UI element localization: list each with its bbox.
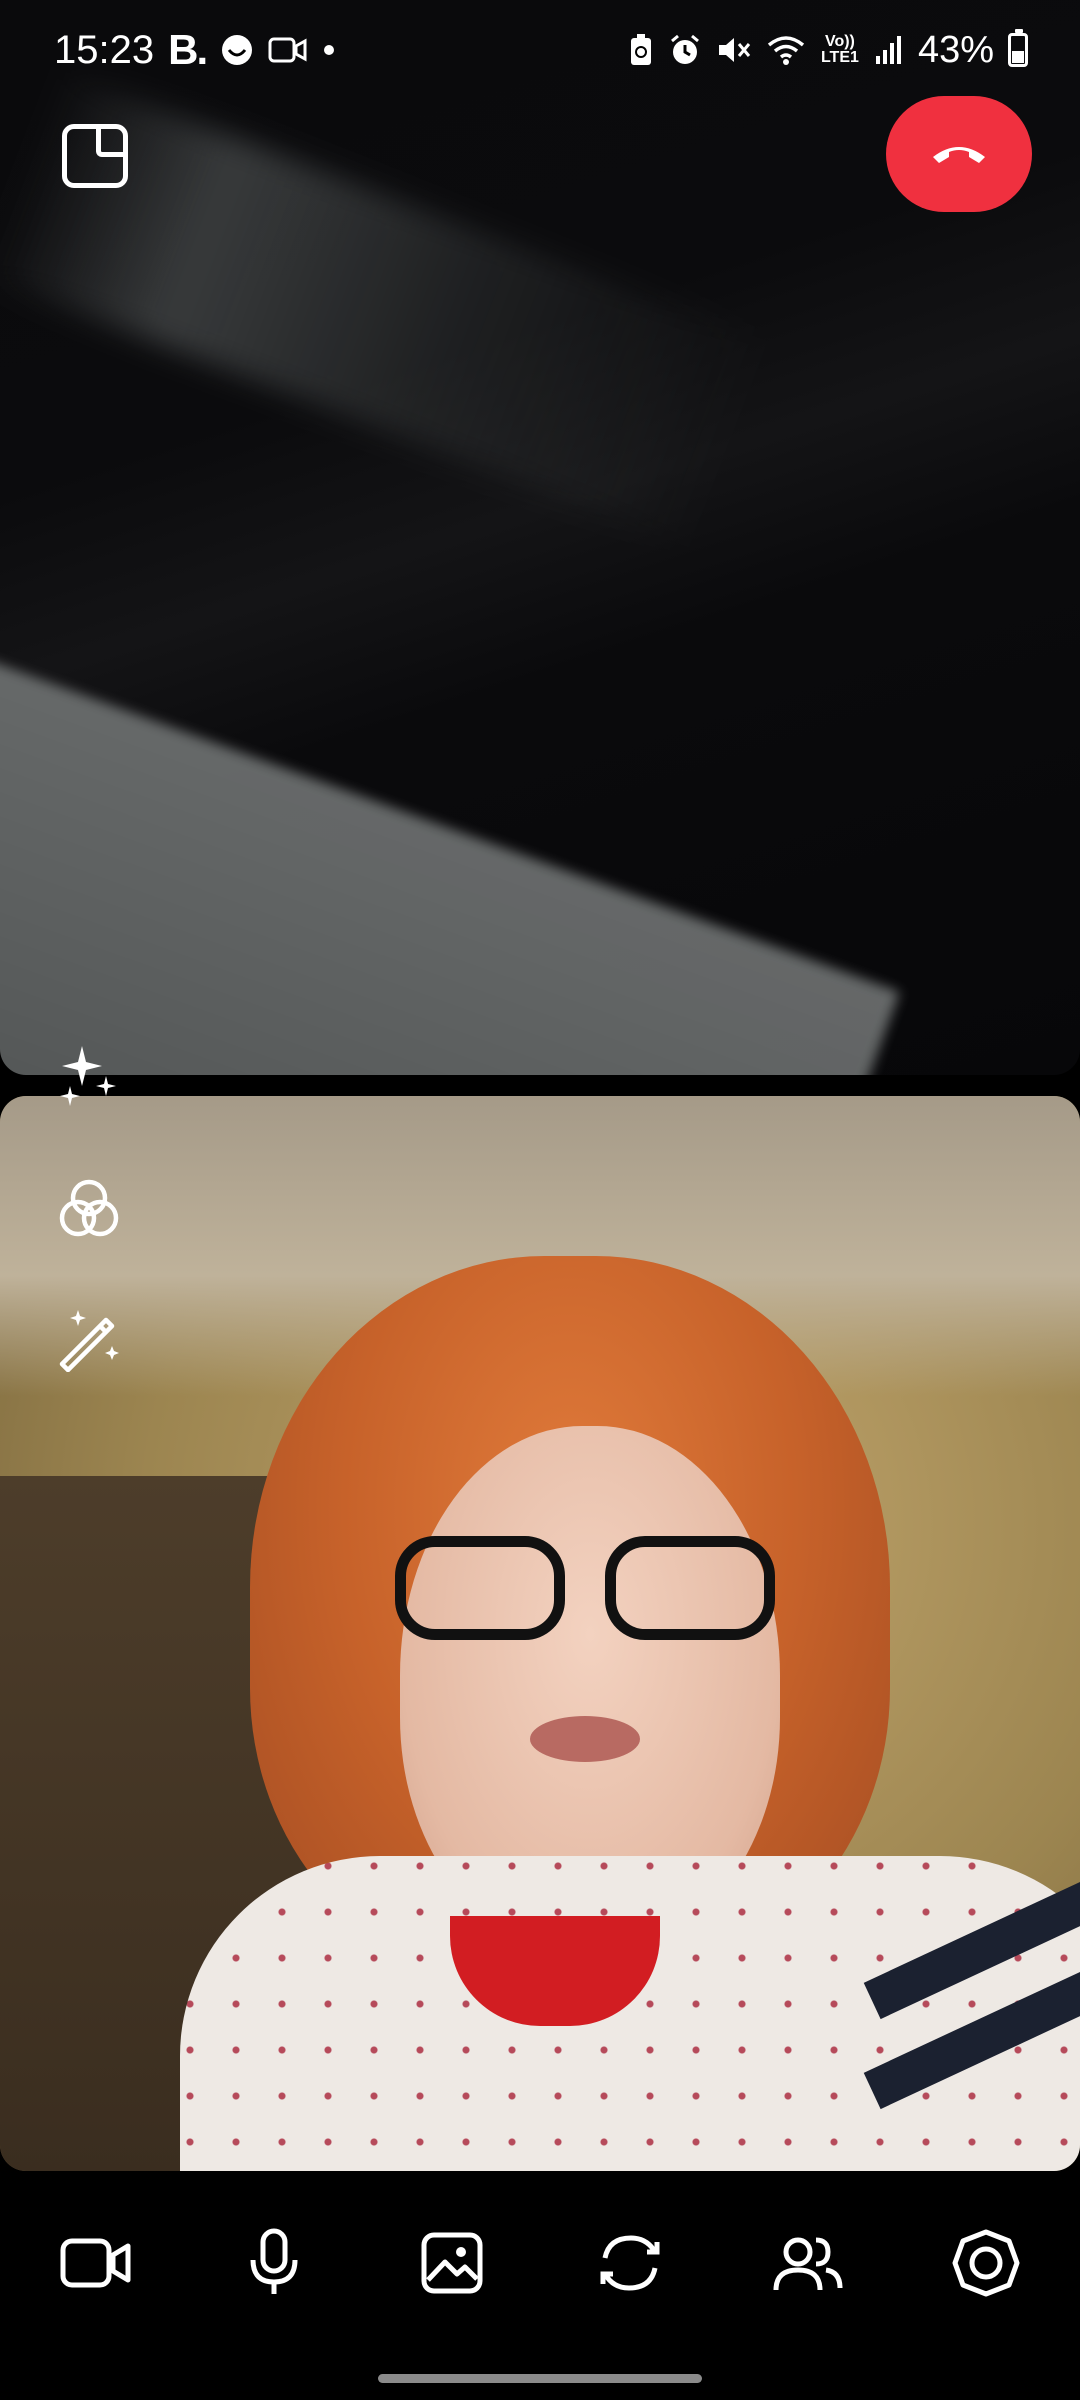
self-view-person-mouth: [530, 1716, 640, 1762]
network-type-label: Vo)) LTE1: [820, 33, 859, 66]
mute-icon: [716, 33, 752, 67]
video-camera-icon: [60, 2235, 132, 2296]
toggle-camera-button[interactable]: [54, 2223, 138, 2307]
settings-icon: [951, 2228, 1021, 2303]
self-view-person-glasses: [395, 1536, 775, 1646]
end-call-button[interactable]: [886, 96, 1032, 212]
status-bar-right: Vo)) LTE1 43%: [628, 29, 1028, 72]
share-image-button[interactable]: [410, 2223, 494, 2307]
toggle-microphone-button[interactable]: [232, 2223, 316, 2307]
settings-button[interactable]: [944, 2223, 1028, 2307]
image-icon: [421, 2232, 483, 2299]
self-view-video-feed[interactable]: [0, 1096, 1080, 2171]
filters-button[interactable]: [56, 1178, 122, 1244]
status-bar: 15:23 B. Vo)) LTE1 43%: [0, 0, 1080, 100]
magic-wand-button[interactable]: [56, 1308, 122, 1374]
sparkles-icon: [56, 1042, 122, 1113]
microphone-icon: [246, 2228, 302, 2303]
battery-percent: 43%: [917, 28, 994, 71]
wifi-icon: [766, 34, 806, 66]
filters-icon: [56, 1176, 122, 1247]
status-app-badge: B.: [168, 26, 208, 73]
hang-up-phone-icon: [929, 137, 989, 172]
battery-icon: [1008, 29, 1028, 67]
home-indicator[interactable]: [378, 2374, 702, 2383]
participants-icon: [772, 2232, 844, 2299]
status-time: 15:23: [54, 27, 155, 72]
participants-button[interactable]: [766, 2223, 850, 2307]
alarm-icon: [668, 33, 702, 67]
snapchat-ghost-icon: [220, 33, 254, 67]
video-recording-icon: [268, 35, 308, 65]
status-bar-left: 15:23 B.: [54, 26, 336, 74]
signal-strength-icon: [874, 34, 904, 66]
self-view-person-sweater: [180, 1856, 1080, 2171]
layout-toggle-button[interactable]: [62, 124, 128, 188]
flip-camera-button[interactable]: [588, 2223, 672, 2307]
call-toolbar: [0, 2190, 1080, 2340]
remote-video-wall: [0, 650, 900, 1075]
switch-camera-icon: [595, 2230, 665, 2301]
battery-saver-icon: [628, 33, 654, 67]
magic-wand-icon: [56, 1306, 122, 1377]
notification-dot-icon: [322, 43, 336, 57]
sparkles-effects-button[interactable]: [56, 1044, 122, 1110]
